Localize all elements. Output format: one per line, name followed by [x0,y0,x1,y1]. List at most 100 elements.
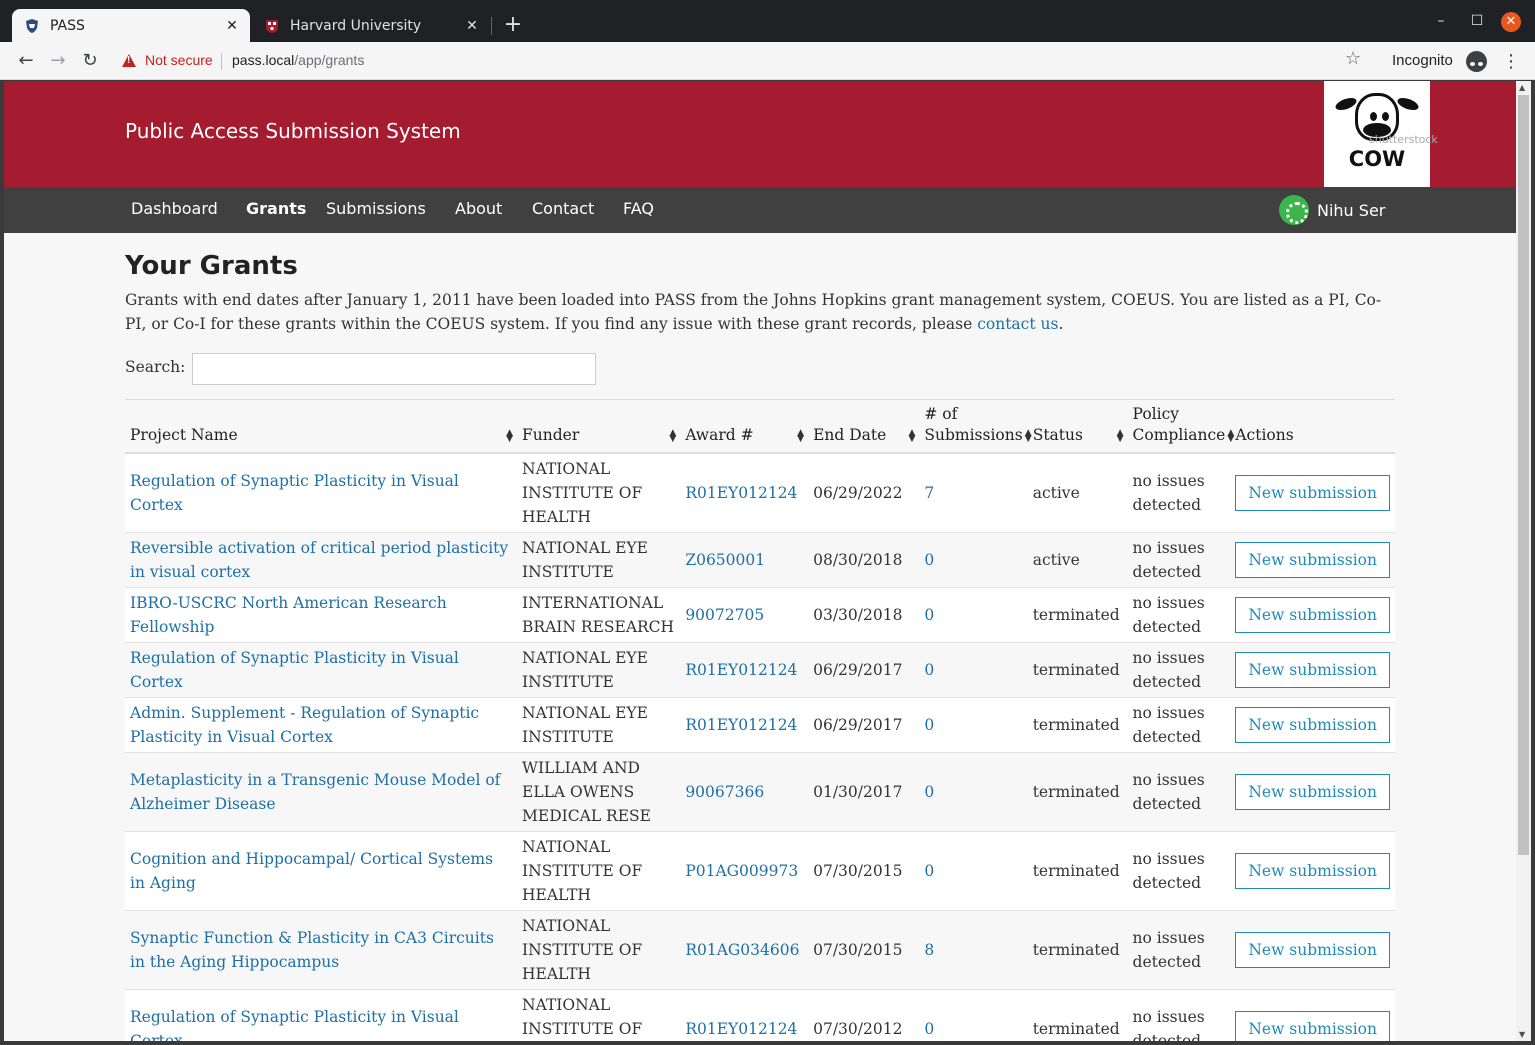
nav-about[interactable]: About [455,199,502,218]
award-number-link[interactable]: 90067366 [685,783,764,801]
url-host: pass.local [232,52,295,68]
address-bar: ← → ↻ Not secure pass.local/app/grants ☆… [0,42,1535,80]
new-submission-button[interactable]: New submission [1235,853,1390,889]
submissions-count-link[interactable]: 0 [924,1020,934,1038]
award-number-link[interactable]: P01AG009973 [685,862,798,880]
end-date-cell: 07/30/2012 [808,989,920,1041]
award-number-link[interactable]: R01EY012124 [685,661,797,679]
status-cell: terminated [1032,661,1120,679]
sort-icon[interactable]: ▲ ▼ [506,429,513,444]
new-submission-button[interactable]: New submission [1235,932,1390,968]
end-date-cell: 06/29/2017 [808,642,920,698]
maximize-icon[interactable]: ☐ [1466,10,1488,32]
bookmark-star-icon[interactable]: ☆ [1345,48,1361,69]
submissions-count-link[interactable]: 0 [924,551,934,569]
new-submission-button[interactable]: New submission [1235,707,1390,743]
nav-submissions[interactable]: Submissions [326,199,426,218]
user-menu[interactable]: Nihu Ser [1279,195,1385,225]
project-name-link[interactable]: Cognition and Hippocampal/ Cortical Syst… [130,850,493,892]
new-submission-button[interactable]: New submission [1235,542,1390,578]
col-project-name[interactable]: Project Name ▲ ▼ [125,399,518,454]
nav-dashboard[interactable]: Dashboard [131,199,218,218]
submissions-count-link[interactable]: 8 [924,941,934,959]
minimize-icon[interactable]: – [1430,10,1452,32]
scrollbar-thumb[interactable] [1518,95,1529,855]
funder-cell: WILLIAM AND ELLA OWENS MEDICAL RESE [522,759,651,825]
scroll-down-arrow-icon[interactable]: ▼ [1519,1030,1525,1039]
col-submissions[interactable]: # of Submissions ▲ ▼ [919,399,1032,454]
forward-arrow-icon[interactable]: → [46,49,70,73]
nav-grants[interactable]: Grants [246,199,306,218]
award-number-link[interactable]: R01AG034606 [685,941,799,959]
policy-compliance-cell: no issues detected [1127,642,1231,698]
col-status[interactable]: Status ▲ ▼ [1027,399,1128,454]
sort-icon[interactable]: ▲ ▼ [908,429,915,444]
table-row: Regulation of Synaptic Plasticity in Vis… [125,989,1395,1041]
new-tab-plus-icon[interactable]: + [502,13,524,37]
grants-table: Project Name ▲ ▼ Funder ▲ ▼ Award # ▲ ▼ End Da… [125,399,1395,1041]
project-name-link[interactable]: Admin. Supplement - Regulation of Synapt… [130,704,479,746]
close-tab-icon[interactable]: ✕ [464,18,480,34]
submissions-count-link[interactable]: 0 [924,862,934,880]
reload-icon[interactable]: ↻ [78,49,102,73]
award-number-link[interactable]: Z0650001 [685,551,765,569]
funder-cell: WILLIAM AND ELLA OWENS MEDICAL RESE [517,752,681,832]
nav-contact[interactable]: Contact [532,199,594,218]
search-input[interactable] [192,353,596,385]
project-name-link[interactable]: Reversible activation of critical period… [130,539,508,581]
funder-cell: NATIONAL INSTITUTE OF HEALTH [517,989,681,1041]
new-submission-button[interactable]: New submission [1235,475,1390,511]
award-number-link[interactable]: 90072705 [685,606,764,624]
project-name-cell: Reversible activation of critical period… [125,532,518,588]
status-cell: active [1032,551,1080,569]
sort-icon[interactable]: ▲ ▼ [797,429,804,444]
grants-table-body: Regulation of Synaptic Plasticity in Vis… [125,453,1395,1041]
security-indicator[interactable]: Not secure [122,52,213,68]
scroll-up-arrow-icon[interactable]: ▲ [1519,83,1525,92]
project-name-link[interactable]: Regulation of Synaptic Plasticity in Vis… [130,1008,459,1041]
status-cell: terminated [1032,606,1120,624]
project-name-link[interactable]: Metaplasticity in a Transgenic Mouse Mod… [130,771,500,813]
page-scrollbar[interactable]: ▲ ▼ [1516,81,1531,1041]
col-funder[interactable]: Funder ▲ ▼ [517,399,681,454]
submissions-count-cell: 7 [919,453,1028,533]
project-name-link[interactable]: Regulation of Synaptic Plasticity in Vis… [130,649,459,691]
status-cell: terminated [1027,752,1128,832]
project-name-link[interactable]: Synaptic Function & Plasticity in CA3 Ci… [130,929,494,971]
close-tab-icon[interactable]: ✕ [224,18,240,34]
status-cell: active [1027,453,1128,533]
contact-us-link[interactable]: contact us [977,315,1058,333]
submissions-count-link[interactable]: 0 [924,661,934,679]
submissions-count-link[interactable]: 0 [924,606,934,624]
project-name-link[interactable]: IBRO-USCRC North American Research Fello… [130,594,447,636]
sort-icon[interactable]: ▲ ▼ [1117,429,1124,444]
status-cell: terminated [1032,783,1120,801]
award-number-cell: R01EY012124 [680,697,809,753]
url-path: /app/grants [294,52,365,68]
sort-icon[interactable]: ▲ ▼ [669,429,676,444]
submissions-count-link[interactable]: 0 [924,716,934,734]
new-submission-button[interactable]: New submission [1235,774,1390,810]
submissions-count-link[interactable]: 7 [924,484,934,502]
col-policy-compliance[interactable]: Policy Compliance ▲ ▼ [1127,399,1234,454]
close-window-icon[interactable]: ✕ [1501,12,1521,32]
submissions-count-link[interactable]: 0 [924,783,934,801]
new-submission-button[interactable]: New submission [1235,1011,1390,1041]
incognito-icon[interactable] [1466,51,1487,72]
tab-pass[interactable]: PASS ✕ [12,9,250,42]
award-number-link[interactable]: R01EY012124 [685,1020,797,1038]
project-name-link[interactable]: Regulation of Synaptic Plasticity in Vis… [130,472,459,514]
tab-harvard[interactable]: Harvard University ✕ [252,9,490,42]
new-submission-button[interactable]: New submission [1235,652,1390,688]
col-end-date-label: End Date [813,426,887,444]
award-number-link[interactable]: R01EY012124 [685,716,797,734]
new-submission-button[interactable]: New submission [1235,597,1390,633]
col-end-date[interactable]: End Date ▲ ▼ [808,399,920,454]
back-arrow-icon[interactable]: ← [14,49,38,73]
nav-faq[interactable]: FAQ [623,199,654,218]
award-number-link[interactable]: R01EY012124 [685,484,797,502]
url-field[interactable]: pass.local/app/grants [232,52,364,68]
browser-menu-icon[interactable]: ⋮ [1502,51,1520,72]
submissions-count-cell: 0 [919,989,1028,1041]
col-award[interactable]: Award # ▲ ▼ [680,399,809,454]
